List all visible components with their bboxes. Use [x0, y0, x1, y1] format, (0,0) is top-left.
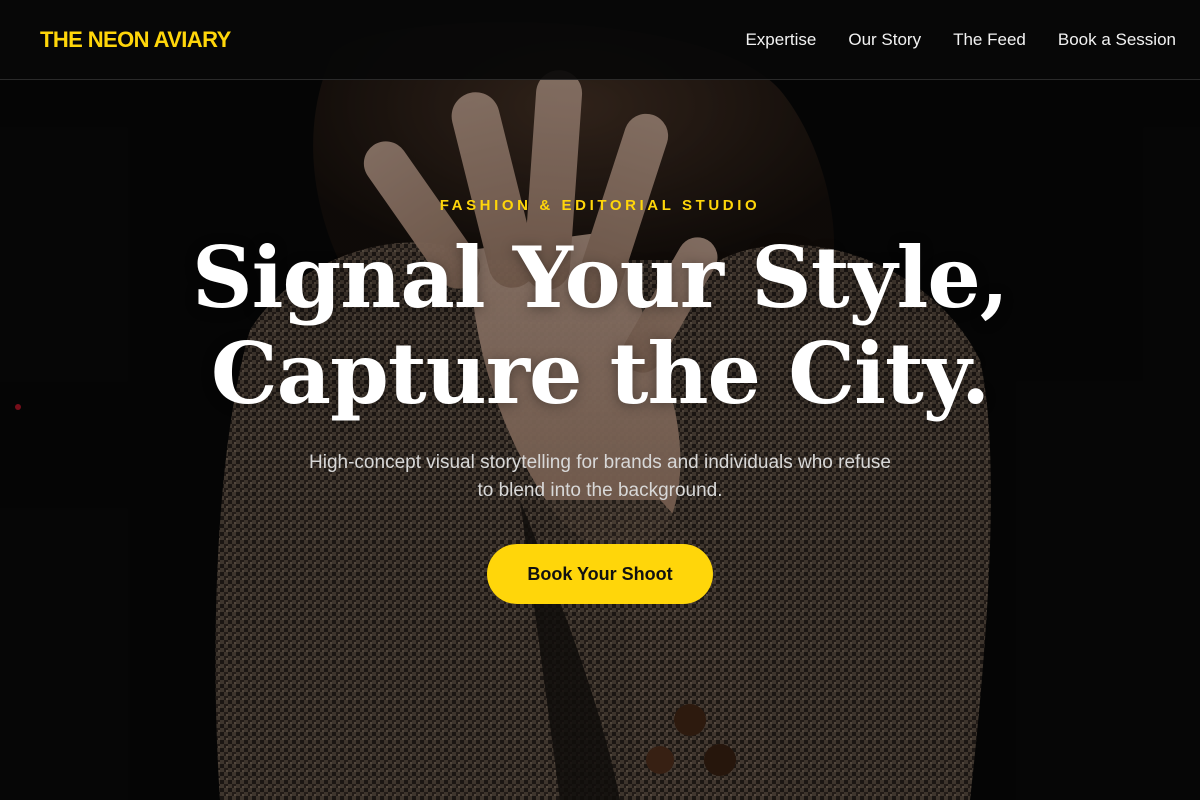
book-your-shoot-button[interactable]: Book Your Shoot [487, 544, 713, 604]
nav-item-the-feed[interactable]: The Feed [953, 30, 1026, 50]
hero-headline-line2: Capture the City. [210, 324, 990, 423]
hero-subtitle-line2: to blend into the background. [477, 480, 723, 501]
nav-item-book-a-session[interactable]: Book a Session [1058, 30, 1176, 50]
main-nav: Expertise Our Story The Feed Book a Sess… [745, 30, 1176, 50]
site-header: THE NEON AVIARY Expertise Our Story The … [0, 0, 1200, 80]
brand-logo[interactable]: THE NEON AVIARY [40, 27, 231, 53]
hero-eyebrow: FASHION & EDITORIAL STUDIO [439, 197, 761, 214]
hero-subtitle-line1: High-concept visual storytelling for bra… [309, 452, 891, 473]
hero-headline-line1: Signal Your Style, [191, 228, 1009, 327]
hero-headline: Signal Your Style, Capture the City. [0, 230, 1200, 422]
hero-section: FASHION & EDITORIAL STUDIO Signal Your S… [0, 80, 1200, 800]
hero-subtitle: High-concept visual storytelling for bra… [260, 449, 940, 505]
nav-item-expertise[interactable]: Expertise [745, 30, 816, 50]
nav-item-our-story[interactable]: Our Story [848, 30, 921, 50]
